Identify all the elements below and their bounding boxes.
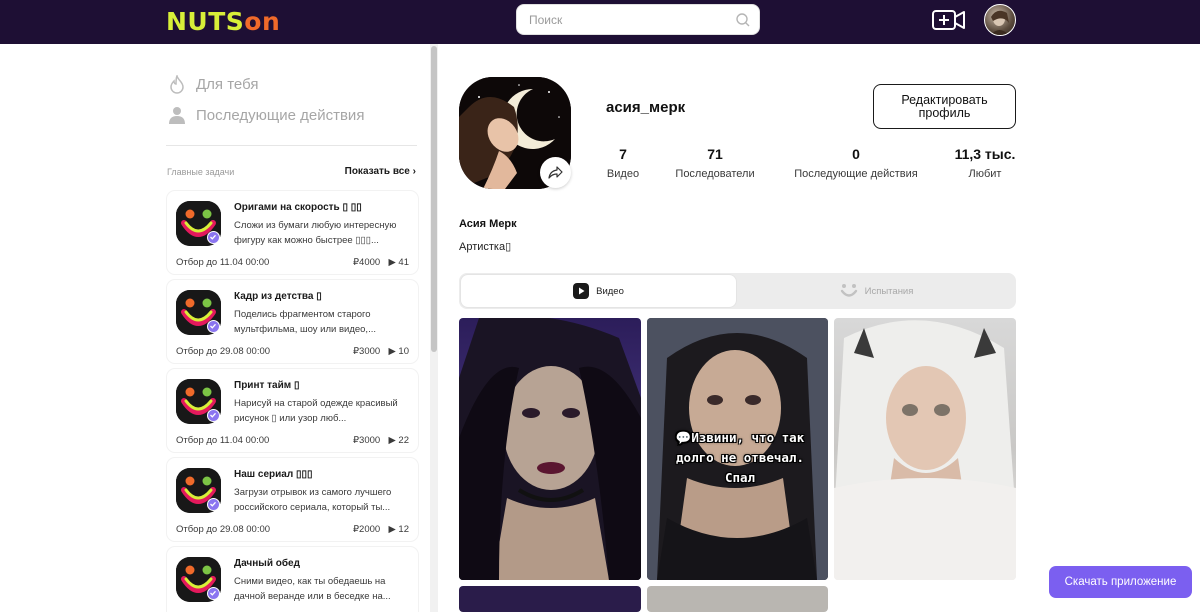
- chevron-right-icon: ›: [412, 166, 416, 177]
- verified-badge-icon: [207, 498, 220, 511]
- smile-icon: [840, 283, 858, 299]
- tab-label: Видео: [596, 285, 624, 297]
- stat-following[interactable]: 0 Последующие действия: [787, 146, 925, 180]
- show-all-label: Показать все: [344, 166, 410, 177]
- upload-video-icon[interactable]: [932, 8, 966, 32]
- verified-badge-icon: [207, 231, 220, 244]
- stat-label: Видео: [606, 168, 640, 180]
- task-title: Оригами на скорость ▯ ▯▯: [234, 202, 362, 213]
- play-small-icon: ▶: [388, 257, 396, 268]
- task-description: Нарисуй на старой одежде красивый рисуно…: [234, 398, 398, 424]
- stat-value: 0: [852, 146, 860, 162]
- user-avatar[interactable]: [984, 4, 1016, 36]
- nav-item-following[interactable]: Последующие действия: [168, 103, 364, 127]
- task-views: ▶ 22: [388, 435, 409, 446]
- edit-profile-button[interactable]: Редактировать профиль: [873, 84, 1016, 129]
- scrollbar-thumb[interactable]: [431, 46, 437, 352]
- tab-label: Испытания: [864, 285, 914, 297]
- profile-tabs: Видео Испытания: [459, 273, 1016, 309]
- verified-badge-icon: [207, 409, 220, 422]
- share-button[interactable]: [540, 157, 571, 188]
- tasks-title: Главные задачи: [167, 167, 235, 177]
- tab-videos[interactable]: Видео: [461, 275, 736, 307]
- stat-value: 11,3 тыс.: [954, 146, 1016, 162]
- video-thumbnail[interactable]: [834, 318, 1016, 580]
- task-deadline: Отбор до 11.04 00:00: [176, 257, 270, 268]
- task-card[interactable]: Дачный обед Сними видео, как ты обедаешь …: [167, 547, 418, 612]
- stat-value: 71: [707, 146, 723, 162]
- download-app-button[interactable]: Скачать приложение: [1049, 566, 1192, 598]
- task-deadline: Отбор до 29.08 00:00: [176, 346, 271, 357]
- stat-label: Последователи: [675, 168, 755, 180]
- task-description: Сложи из бумаги любую интересную фигуру …: [234, 220, 397, 246]
- verified-badge-icon: [207, 320, 220, 333]
- task-card[interactable]: Кадр из детства ▯ Поделись фрагментом ста…: [167, 280, 418, 363]
- task-deadline: Отбор до 29.08 00:00: [176, 524, 271, 535]
- task-card[interactable]: Оригами на скорость ▯ ▯▯ Сложи из бумаги …: [167, 191, 418, 274]
- sidebar: Для тебя Последующие действия Главные за…: [160, 44, 430, 612]
- flame-icon: [168, 74, 186, 94]
- task-prize: ₽3000: [353, 435, 381, 446]
- task-views: ▶ 10: [388, 346, 409, 357]
- task-title: Наш сериал ▯▯▯: [234, 469, 313, 480]
- task-prize: ₽2000: [353, 524, 381, 535]
- logo[interactable]: NUTS on: [166, 5, 280, 37]
- task-views: ▶ 41: [388, 257, 409, 268]
- task-views-count: 10: [398, 346, 409, 357]
- task-card[interactable]: Принт тайм ▯ Нарисуй на старой одежде кра…: [167, 369, 418, 452]
- task-description: Сними видео, как ты обедаешь на дачной в…: [234, 576, 391, 602]
- task-title: Дачный обед: [234, 558, 300, 569]
- stat-videos: 7 Видео: [601, 146, 645, 180]
- search-icon[interactable]: [735, 12, 751, 28]
- video-caption: 💬Извини, что так долго не отвечал. Спал: [675, 430, 805, 485]
- stat-value: 7: [619, 146, 627, 162]
- task-title: Кадр из детства ▯: [234, 291, 322, 302]
- task-prize: ₽3000: [353, 346, 381, 357]
- sidebar-scrollbar[interactable]: [430, 44, 438, 612]
- task-description: Загрузи отрывок из самого лучшего россий…: [234, 487, 392, 513]
- nav-item-label: Для тебя: [196, 75, 259, 93]
- play-small-icon: ▶: [388, 524, 396, 535]
- person-icon: [168, 105, 186, 125]
- play-icon: [573, 283, 590, 299]
- task-views-count: 12: [398, 524, 409, 535]
- sidebar-divider: [166, 145, 417, 146]
- search-input[interactable]: [529, 12, 729, 28]
- search-box[interactable]: [516, 4, 760, 35]
- stat-followers[interactable]: 71 Последователи: [668, 146, 762, 180]
- stat-label: Любит: [968, 168, 1002, 180]
- logo-text-part1: NUTS: [166, 6, 245, 36]
- task-views-count: 41: [398, 257, 409, 268]
- profile-username: асия_мерк: [606, 99, 686, 116]
- stat-label: Последующие действия: [794, 168, 918, 180]
- share-icon: [548, 166, 563, 179]
- stat-likes: 11,3 тыс. Любит: [950, 146, 1020, 180]
- task-prize: ₽4000: [353, 257, 381, 268]
- tab-challenges[interactable]: Испытания: [739, 275, 1014, 307]
- verified-badge-icon: [207, 587, 220, 600]
- video-thumbnail[interactable]: [459, 318, 641, 580]
- nav-item-label: Последующие действия: [196, 106, 365, 124]
- task-deadline: Отбор до 11.04 00:00: [176, 435, 270, 446]
- task-views-count: 22: [398, 435, 409, 446]
- profile-real-name: Асия Мерк: [459, 218, 517, 230]
- task-views: ▶ 12: [388, 524, 409, 535]
- video-thumbnail[interactable]: [459, 586, 641, 612]
- logo-text-part2: on: [244, 6, 281, 36]
- nav-item-for-you[interactable]: Для тебя: [168, 72, 258, 96]
- show-all-link[interactable]: Показать все ›: [345, 166, 416, 177]
- profile-bio: Артистка▯: [459, 241, 512, 253]
- task-description: Поделись фрагментом старого мультфильма,…: [234, 309, 376, 335]
- play-small-icon: ▶: [388, 346, 396, 357]
- task-title: Принт тайм ▯: [234, 380, 300, 391]
- video-thumbnail[interactable]: [647, 586, 828, 612]
- top-bar: NUTS on: [0, 0, 1200, 44]
- tasks-header: Главные задачи Показать все ›: [167, 165, 416, 179]
- video-thumbnail[interactable]: 💬Извини, что так долго не отвечал. Спал: [647, 318, 828, 580]
- play-small-icon: ▶: [388, 435, 396, 446]
- task-card[interactable]: Наш сериал ▯▯▯ Загрузи отрывок из самого …: [167, 458, 418, 541]
